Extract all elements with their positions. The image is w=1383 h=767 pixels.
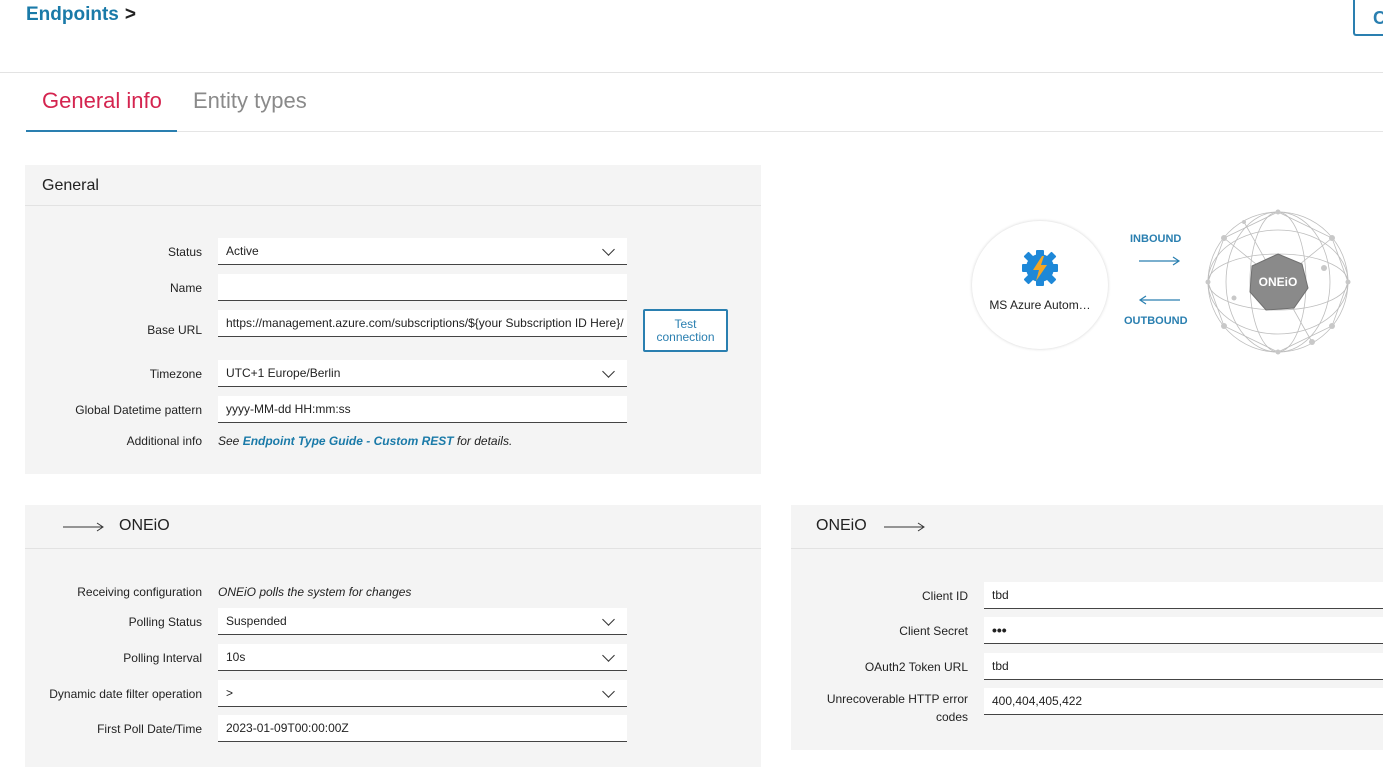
chevron-down-icon <box>602 613 615 626</box>
token-url-label: OAuth2 Token URL <box>864 660 968 674</box>
arrow-left-icon <box>1138 295 1180 305</box>
breadcrumb-endpoints-link[interactable]: Endpoints <box>26 4 119 25</box>
base-url-input[interactable]: https://management.azure.com/subscriptio… <box>218 310 627 337</box>
header-divider <box>0 72 1383 73</box>
additional-info-label: Additional info <box>126 434 202 448</box>
chevron-down-icon <box>602 243 615 256</box>
tab-bar-divider <box>177 131 1383 132</box>
tab-entity-types[interactable]: Entity types <box>193 88 307 114</box>
http-errors-label-line1: Unrecoverable HTTP error <box>826 692 968 706</box>
endpoint-guide-link[interactable]: Endpoint Type Guide - Custom REST <box>243 434 454 448</box>
base-url-label: Base URL <box>147 323 202 337</box>
http-errors-input[interactable]: 400,404,405,422 <box>984 688 1383 715</box>
status-value: Active <box>226 244 259 258</box>
token-url-input[interactable]: tbd <box>984 653 1383 680</box>
arrow-right-icon <box>63 522 104 532</box>
client-id-label: Client ID <box>921 589 968 603</box>
polling-status-value: Suspended <box>226 614 287 628</box>
http-errors-label: Unrecoverable HTTP error codes <box>800 690 968 726</box>
oneio-globe-icon: ONEiO <box>1205 209 1351 355</box>
breadcrumb: Endpoints > <box>26 4 136 26</box>
test-connection-button[interactable]: Test connection <box>643 309 728 352</box>
chevron-down-icon <box>602 649 615 662</box>
outbound-label: OUTBOUND <box>1124 315 1188 327</box>
date-filter-label: Dynamic date filter operation <box>49 687 202 701</box>
receiving-config-label: Receiving configuration <box>77 585 202 599</box>
general-panel-divider <box>25 205 761 206</box>
http-errors-label-line2: codes <box>935 710 968 724</box>
timezone-select[interactable]: UTC+1 Europe/Berlin <box>218 360 627 387</box>
date-filter-value: > <box>226 686 234 700</box>
datetime-pattern-label: Global Datetime pattern <box>75 403 202 417</box>
status-label: Status <box>167 245 202 259</box>
polling-status-select[interactable]: Suspended <box>218 608 627 635</box>
arrow-right-icon <box>884 522 925 532</box>
polling-interval-label: Polling Interval <box>123 651 202 665</box>
client-id-input[interactable]: tbd <box>984 582 1383 609</box>
receiving-panel-divider <box>25 548 761 549</box>
client-secret-input[interactable]: ••• <box>984 617 1383 644</box>
oneio-logo-text: ONEiO <box>1259 275 1298 289</box>
timezone-value: UTC+1 Europe/Berlin <box>226 366 341 380</box>
sending-panel-title: ONEiO <box>816 517 867 534</box>
inbound-label: INBOUND <box>1130 233 1182 245</box>
endpoint-name: MS Azure Autom… <box>989 298 1091 312</box>
first-poll-label: First Poll Date/Time <box>97 722 202 736</box>
arrow-right-icon <box>1139 256 1181 266</box>
name-label: Name <box>169 281 202 295</box>
chevron-down-icon <box>602 365 615 378</box>
client-secret-label: Client Secret <box>899 624 968 638</box>
timezone-label: Timezone <box>149 367 202 381</box>
sending-panel-divider <box>791 548 1383 549</box>
receiving-panel-title: ONEiO <box>119 517 170 534</box>
polling-interval-select[interactable]: 10s <box>218 644 627 671</box>
chevron-down-icon <box>602 685 615 698</box>
info-prefix: See <box>218 434 243 448</box>
azure-automation-icon <box>1022 250 1058 286</box>
receiving-config-value: ONEiO polls the system for changes <box>218 585 412 599</box>
info-suffix: for details. <box>453 434 513 448</box>
polling-status-label: Polling Status <box>128 615 202 629</box>
polling-interval-value: 10s <box>226 650 246 664</box>
test-button-line2: connection <box>656 330 715 344</box>
general-panel-title: General <box>42 177 99 194</box>
name-input[interactable] <box>218 274 627 301</box>
active-tab-indicator <box>26 130 177 132</box>
additional-info-text: See Endpoint Type Guide - Custom REST fo… <box>218 434 512 448</box>
datetime-pattern-input[interactable]: yyyy-MM-dd HH:mm:ss <box>218 396 627 423</box>
status-select[interactable]: Active <box>218 238 627 265</box>
header-action-button[interactable]: C <box>1353 0 1383 36</box>
date-filter-select[interactable]: > <box>218 680 627 707</box>
tab-general-info[interactable]: General info <box>42 88 162 114</box>
first-poll-input[interactable]: 2023-01-09T00:00:00Z <box>218 715 627 742</box>
breadcrumb-separator: > <box>124 4 136 25</box>
